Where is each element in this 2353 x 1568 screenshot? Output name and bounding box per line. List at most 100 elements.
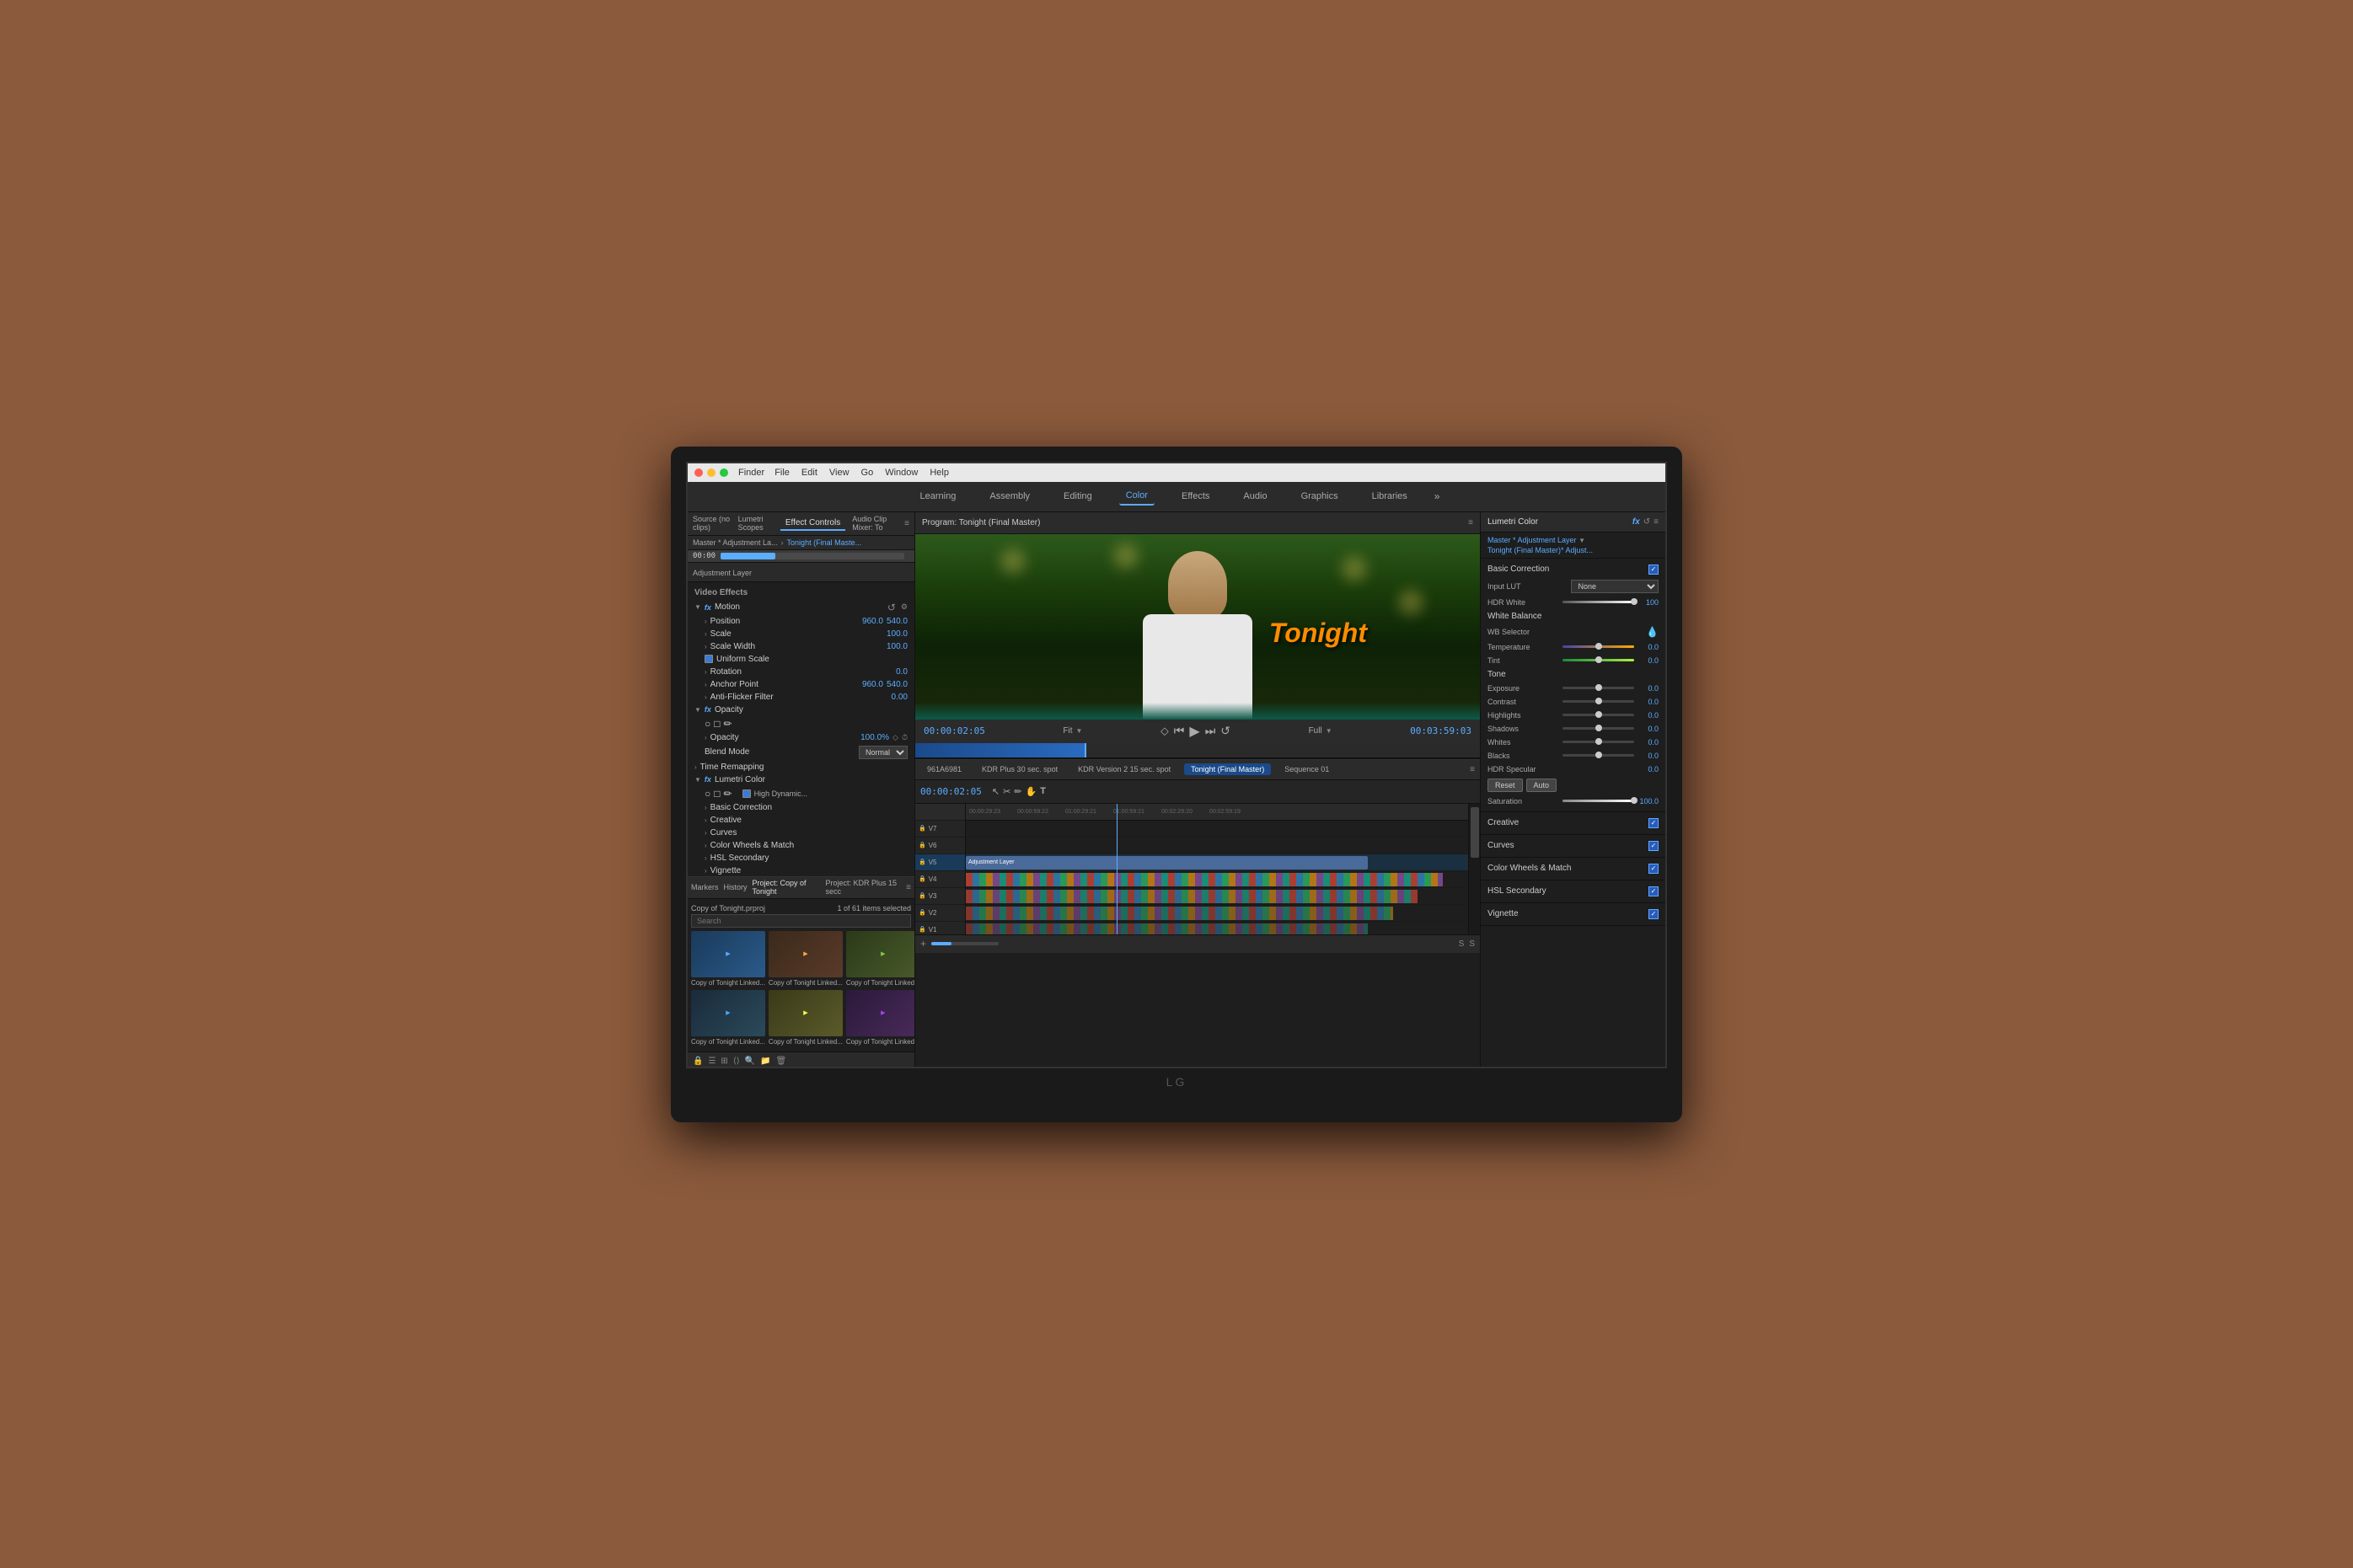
program-monitor-icon[interactable]: ≡ xyxy=(1468,518,1473,527)
scrubber-playhead[interactable] xyxy=(1085,743,1086,757)
motion-toggle[interactable]: ▼ xyxy=(694,603,701,611)
step-fwd-btn[interactable]: ⏭ xyxy=(1205,724,1216,738)
panel-menu-icon[interactable]: ≡ xyxy=(904,519,909,528)
close-button[interactable] xyxy=(694,468,703,477)
monitor-scrubber[interactable] xyxy=(915,743,1480,758)
temperature-thumb[interactable] xyxy=(1595,643,1602,650)
workspace-tab-color[interactable]: Color xyxy=(1119,487,1155,506)
tint-slider[interactable] xyxy=(1562,659,1634,661)
rotation-value[interactable]: 0.0 xyxy=(896,667,908,677)
ec-timeline-bar[interactable] xyxy=(721,553,904,559)
panel-menu-project-icon[interactable]: ≡ xyxy=(906,883,911,892)
minimize-button[interactable] xyxy=(707,468,716,477)
zoom-slider[interactable] xyxy=(931,942,999,945)
lumetri-menu-icon[interactable]: ≡ xyxy=(1654,517,1659,527)
vignette-enable[interactable]: ✓ xyxy=(1648,909,1659,919)
blacks-thumb[interactable] xyxy=(1595,752,1602,758)
basic-correction-enable[interactable]: ✓ xyxy=(1648,565,1659,575)
tool-selection[interactable]: ↖ xyxy=(992,786,1000,797)
tool-pen[interactable]: ✏ xyxy=(1014,786,1021,797)
hsl-secondary-enable[interactable]: ✓ xyxy=(1648,886,1659,896)
tool-text[interactable]: T xyxy=(1040,786,1046,797)
shadows-thumb[interactable] xyxy=(1595,725,1602,731)
workspace-tab-effects[interactable]: Effects xyxy=(1175,488,1216,505)
contrast-slider[interactable] xyxy=(1562,700,1634,703)
menu-file[interactable]: File xyxy=(775,468,790,478)
basic-correction-title[interactable]: Basic Correction ✓ xyxy=(1481,562,1665,577)
step-back-btn[interactable]: ⏮ xyxy=(1174,724,1185,738)
scale-width-toggle[interactable]: › xyxy=(705,643,707,650)
timeline-tab-kdr30[interactable]: KDR Plus 30 sec. spot xyxy=(975,763,1064,775)
anti-flicker-value[interactable]: 0.00 xyxy=(892,693,908,702)
whites-slider[interactable] xyxy=(1562,741,1634,743)
lumetri-layer-selector[interactable]: Master * Adjustment Layer ▼ Tonight (Fin… xyxy=(1481,532,1665,559)
tab-kdr-project[interactable]: Project: KDR Plus 15 secc xyxy=(826,879,902,896)
uniform-scale-checkbox[interactable] xyxy=(705,655,713,663)
media-item-5[interactable]: ▶ Copy of Tonight Linked... xyxy=(846,990,915,1046)
menu-go[interactable]: Go xyxy=(861,468,874,478)
colorful-clips-v3[interactable] xyxy=(966,890,1418,903)
creative-ec-row[interactable]: › Creative xyxy=(688,814,914,827)
project-search-icon[interactable]: 🔍 xyxy=(745,1057,755,1066)
workspace-tab-graphics[interactable]: Graphics xyxy=(1294,488,1345,505)
hdr-white-thumb[interactable] xyxy=(1631,598,1637,605)
vignette-ec-row[interactable]: › Vignette xyxy=(688,864,914,876)
curves-enable[interactable]: ✓ xyxy=(1648,841,1659,851)
tab-project[interactable]: Project: Copy of Tonight xyxy=(753,879,821,896)
workspace-tab-libraries[interactable]: Libraries xyxy=(1365,488,1414,505)
tool-hand[interactable]: ✋ xyxy=(1026,786,1037,797)
media-item-4[interactable]: ▶ Copy of Tonight Linked... xyxy=(769,990,843,1046)
scrollbar-thumb[interactable] xyxy=(1471,807,1479,858)
opacity-value-toggle[interactable]: › xyxy=(705,734,707,741)
workspace-tab-learning[interactable]: Learning xyxy=(914,488,963,505)
exposure-thumb[interactable] xyxy=(1595,684,1602,691)
monitor-timecode-in[interactable]: 00:00:02:05 xyxy=(924,725,985,736)
eyedropper-icon[interactable]: 💧 xyxy=(1646,626,1659,638)
zoom-in-btn[interactable]: S xyxy=(1459,939,1465,949)
tab-lumetri-scopes[interactable]: Lumetri Scopes xyxy=(738,515,774,532)
exposure-slider[interactable] xyxy=(1562,687,1634,689)
project-toolbar-lock[interactable]: 🔒 xyxy=(693,1057,703,1066)
workspace-tab-assembly[interactable]: Assembly xyxy=(983,488,1037,505)
lumetri-reset-icon[interactable]: ↺ xyxy=(1643,517,1650,527)
project-delete-icon[interactable]: 🗑 xyxy=(776,1057,787,1066)
add-marker-btn[interactable]: ⬦ xyxy=(1160,724,1169,738)
lumetri-toggle[interactable]: ▼ xyxy=(694,776,701,784)
project-view-list[interactable]: ☰ xyxy=(708,1057,716,1066)
position-y[interactable]: 540.0 xyxy=(887,617,908,626)
highlights-thumb[interactable] xyxy=(1595,711,1602,718)
blacks-slider[interactable] xyxy=(1562,754,1634,757)
timeline-tab-seq01[interactable]: Sequence 01 xyxy=(1278,763,1336,775)
timeline-playhead[interactable] xyxy=(1117,804,1118,934)
workspace-more-icon[interactable]: » xyxy=(1434,490,1440,502)
opacity-value[interactable]: 100.0% xyxy=(860,733,889,742)
anchor-x[interactable]: 960.0 xyxy=(862,680,883,689)
loop-btn[interactable]: ↺ xyxy=(1220,724,1230,738)
whites-thumb[interactable] xyxy=(1595,738,1602,745)
opacity-stopwatch-icon[interactable]: ⏱ xyxy=(902,733,908,742)
contrast-thumb[interactable] xyxy=(1595,698,1602,704)
reset-button[interactable]: Reset xyxy=(1487,779,1523,792)
timeline-tab-tonight[interactable]: Tonight (Final Master) xyxy=(1184,763,1271,775)
project-folder-icon[interactable]: 📁 xyxy=(760,1057,770,1066)
highlights-slider[interactable] xyxy=(1562,714,1634,716)
menu-help[interactable]: Help xyxy=(930,468,949,478)
media-item-0[interactable]: ▶ Copy of Tonight Linked... xyxy=(691,931,765,987)
position-toggle[interactable]: › xyxy=(705,618,707,625)
anti-flicker-toggle[interactable]: › xyxy=(705,693,707,701)
tab-effect-controls[interactable]: Effect Controls xyxy=(780,516,845,531)
hsl-secondary-ec-row[interactable]: › HSL Secondary xyxy=(688,852,914,864)
color-wheels-ec-row[interactable]: › Color Wheels & Match xyxy=(688,839,914,852)
tab-audio-clip-mixer[interactable]: Audio Clip Mixer: To xyxy=(852,515,898,532)
tab-history[interactable]: History xyxy=(724,883,748,891)
workspace-tab-editing[interactable]: Editing xyxy=(1057,488,1099,505)
res-dropdown-icon[interactable]: ▼ xyxy=(1326,727,1332,735)
layer-dropdown-arrow[interactable]: ▼ xyxy=(1578,537,1585,544)
workspace-tab-audio[interactable]: Audio xyxy=(1236,488,1273,505)
fit-dropdown-icon[interactable]: ▼ xyxy=(1076,727,1083,735)
resolution-label[interactable]: Full xyxy=(1309,726,1322,736)
tone-title[interactable]: Tone xyxy=(1481,667,1665,682)
colorful-clips-v2[interactable] xyxy=(966,907,1393,920)
zoom-out-btn[interactable]: S xyxy=(1469,939,1475,949)
timeline-tab-961[interactable]: 961A6981 xyxy=(920,763,968,775)
